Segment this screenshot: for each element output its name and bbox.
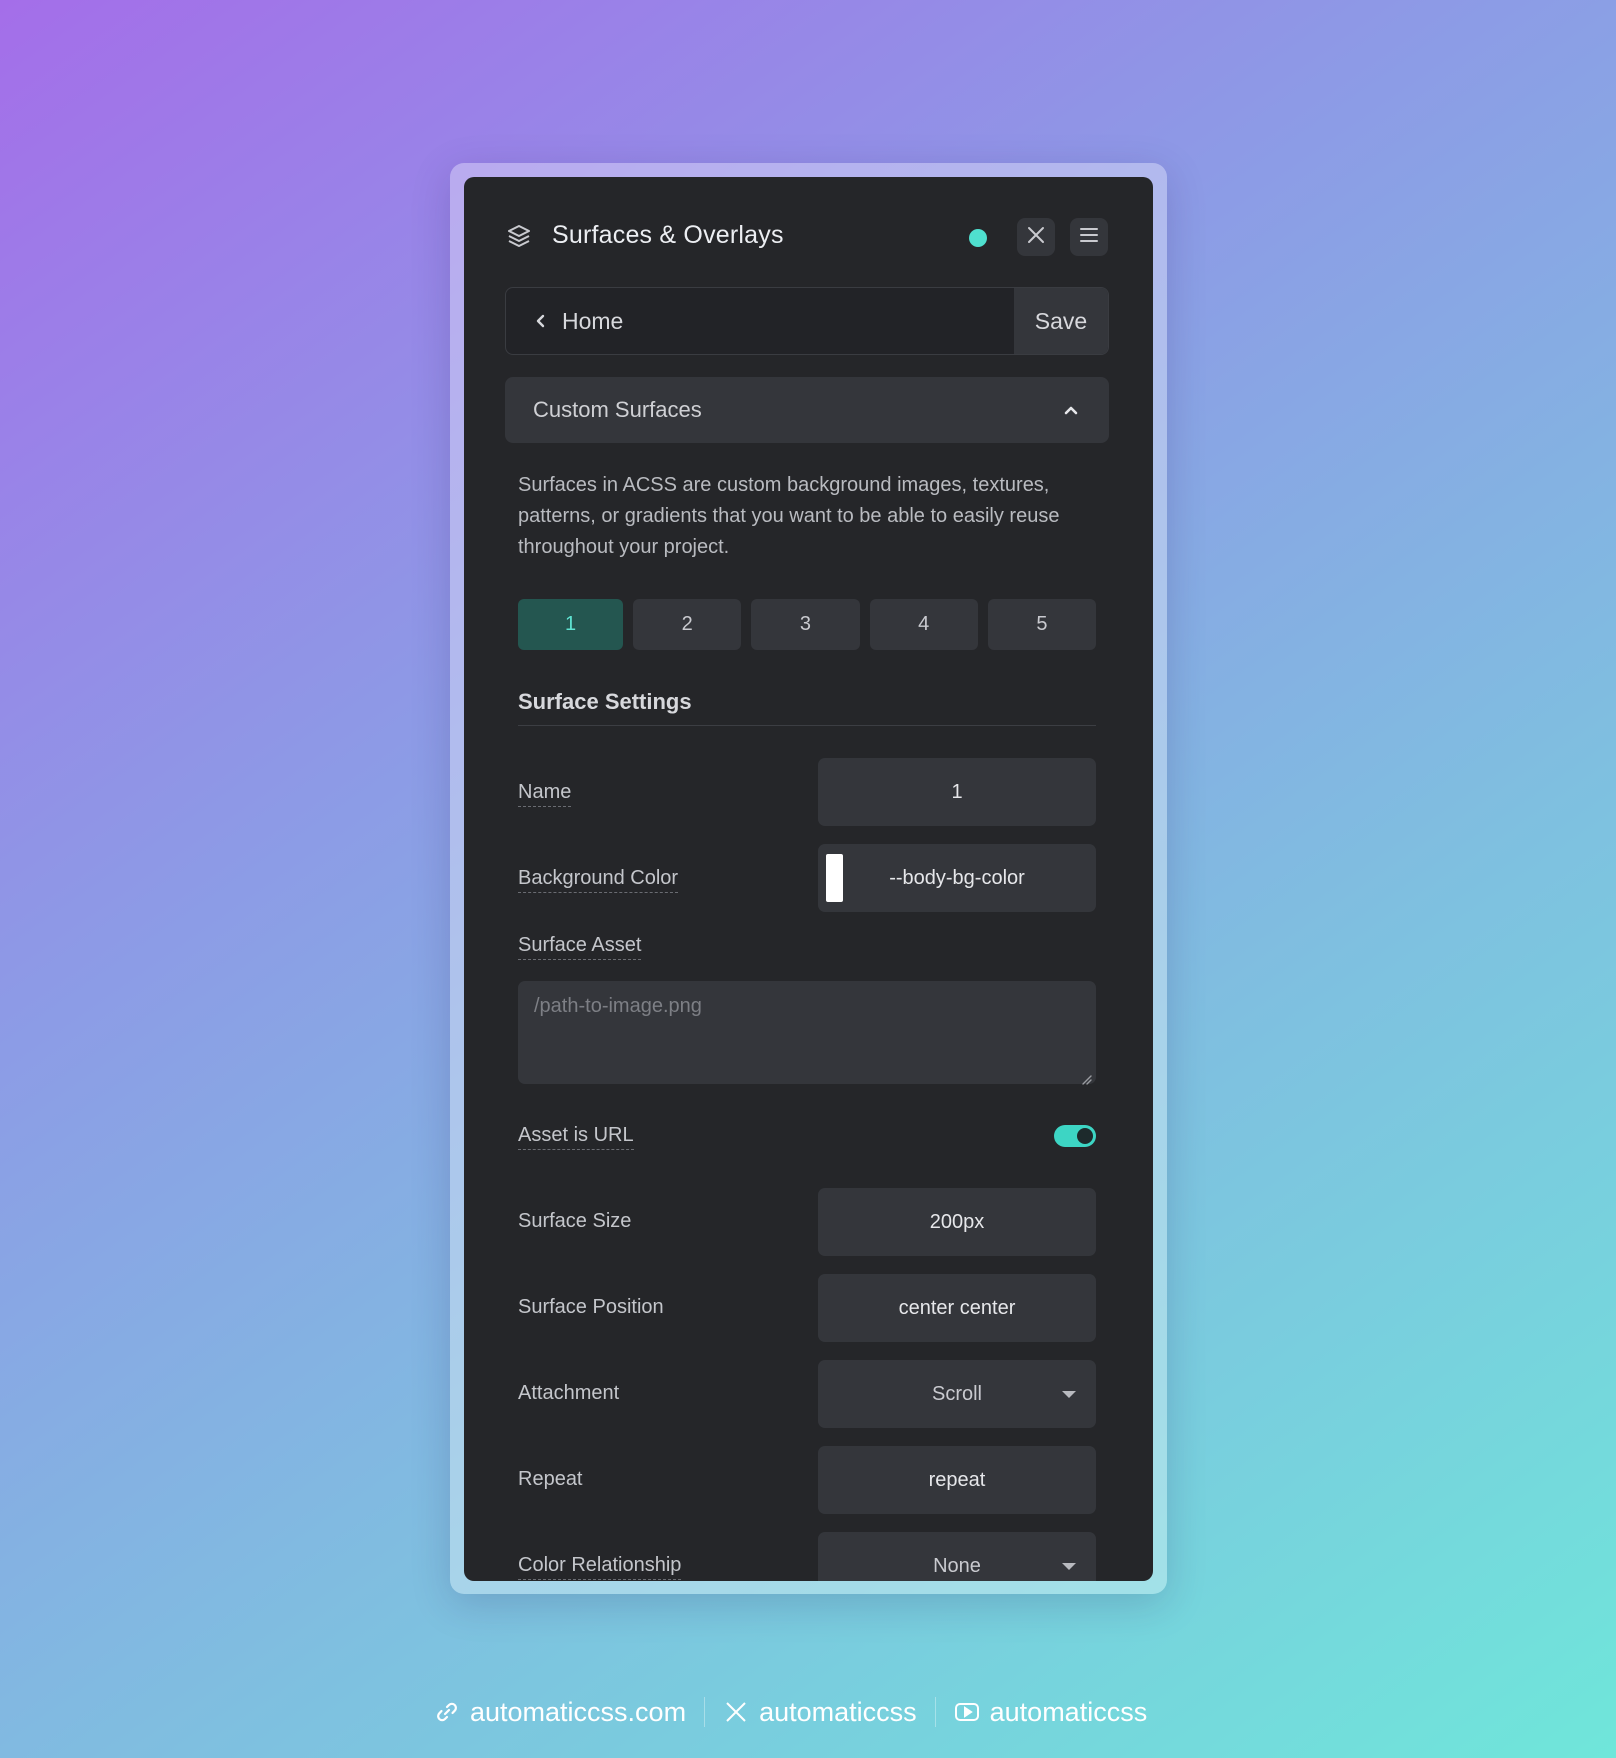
color-relationship-label: Color Relationship <box>518 1554 682 1580</box>
surface-position-input[interactable]: center center <box>818 1274 1096 1342</box>
attachment-select[interactable]: Scroll <box>818 1360 1096 1428</box>
asset-is-url-label: Asset is URL <box>518 1124 634 1150</box>
nav-bar: Home Save <box>505 287 1109 355</box>
color-swatch[interactable] <box>826 854 843 902</box>
footer-links: automaticcss.com automaticcss automaticc… <box>434 1690 1147 1734</box>
surface-asset-label: Surface Asset <box>518 934 642 960</box>
toggle-knob <box>1077 1128 1093 1144</box>
color-relationship-select[interactable]: None <box>818 1532 1096 1581</box>
caret-down-icon <box>1062 1563 1076 1570</box>
close-button[interactable] <box>1017 218 1055 256</box>
surface-size-label: Surface Size <box>518 1210 632 1232</box>
menu-button[interactable] <box>1070 218 1108 256</box>
repeat-input[interactable]: repeat <box>818 1446 1096 1514</box>
panel-title: Surfaces & Overlays <box>552 221 784 249</box>
chevron-left-icon <box>534 314 548 328</box>
tab-surface-3[interactable]: 3 <box>751 599 860 650</box>
background-color-input[interactable]: --body-bg-color <box>818 844 1096 912</box>
youtube-icon <box>954 1699 980 1725</box>
asset-is-url-toggle[interactable] <box>1054 1125 1096 1147</box>
surface-settings-heading: Surface Settings <box>518 689 692 714</box>
background-color-value: --body-bg-color <box>889 866 1025 889</box>
section-description: Surfaces in ACSS are custom background i… <box>518 474 1060 558</box>
youtube-link[interactable]: automaticcss <box>954 1697 1147 1728</box>
website-link[interactable]: automaticcss.com <box>434 1697 686 1728</box>
close-icon <box>1027 226 1045 249</box>
attachment-label: Attachment <box>518 1382 620 1404</box>
repeat-label: Repeat <box>518 1468 583 1490</box>
divider <box>518 725 1096 726</box>
layers-icon <box>506 223 532 249</box>
surface-asset-textarea[interactable]: /path-to-image.png <box>518 981 1096 1085</box>
tab-surface-1[interactable]: 1 <box>518 599 623 650</box>
link-icon <box>434 1699 460 1725</box>
home-label: Home <box>562 307 624 334</box>
custom-surfaces-accordion[interactable]: Custom Surfaces <box>505 377 1109 443</box>
x-link[interactable]: automaticcss <box>723 1697 917 1728</box>
background-color-label: Background Color <box>518 867 679 893</box>
hamburger-icon <box>1079 226 1099 249</box>
attachment-value: Scroll <box>931 1382 982 1405</box>
name-input[interactable]: 1 <box>818 758 1096 826</box>
home-back-link[interactable]: Home <box>506 288 1016 354</box>
surface-asset-placeholder: /path-to-image.png <box>534 995 702 1017</box>
surfaces-panel: Surfaces & Overlays Home Save Custom Sur… <box>464 177 1153 1581</box>
footer-separator <box>934 1697 936 1727</box>
x-logo-icon <box>723 1699 749 1725</box>
accordion-label: Custom Surfaces <box>533 397 702 422</box>
tab-surface-4[interactable]: 4 <box>869 599 978 650</box>
tab-surface-2[interactable]: 2 <box>633 599 742 650</box>
surface-size-input[interactable]: 200px <box>818 1188 1096 1256</box>
surface-position-label: Surface Position <box>518 1296 664 1318</box>
resize-grip-icon[interactable] <box>1080 1068 1092 1085</box>
status-indicator <box>969 229 987 247</box>
name-label: Name <box>518 781 572 807</box>
surface-tabs: 1 2 3 4 5 <box>518 599 1096 650</box>
color-relationship-value: None <box>933 1554 981 1577</box>
footer-separator <box>704 1697 706 1727</box>
tab-surface-5[interactable]: 5 <box>987 599 1096 650</box>
chevron-up-icon <box>1063 403 1079 417</box>
save-button[interactable]: Save <box>1014 288 1108 354</box>
caret-down-icon <box>1062 1391 1076 1398</box>
